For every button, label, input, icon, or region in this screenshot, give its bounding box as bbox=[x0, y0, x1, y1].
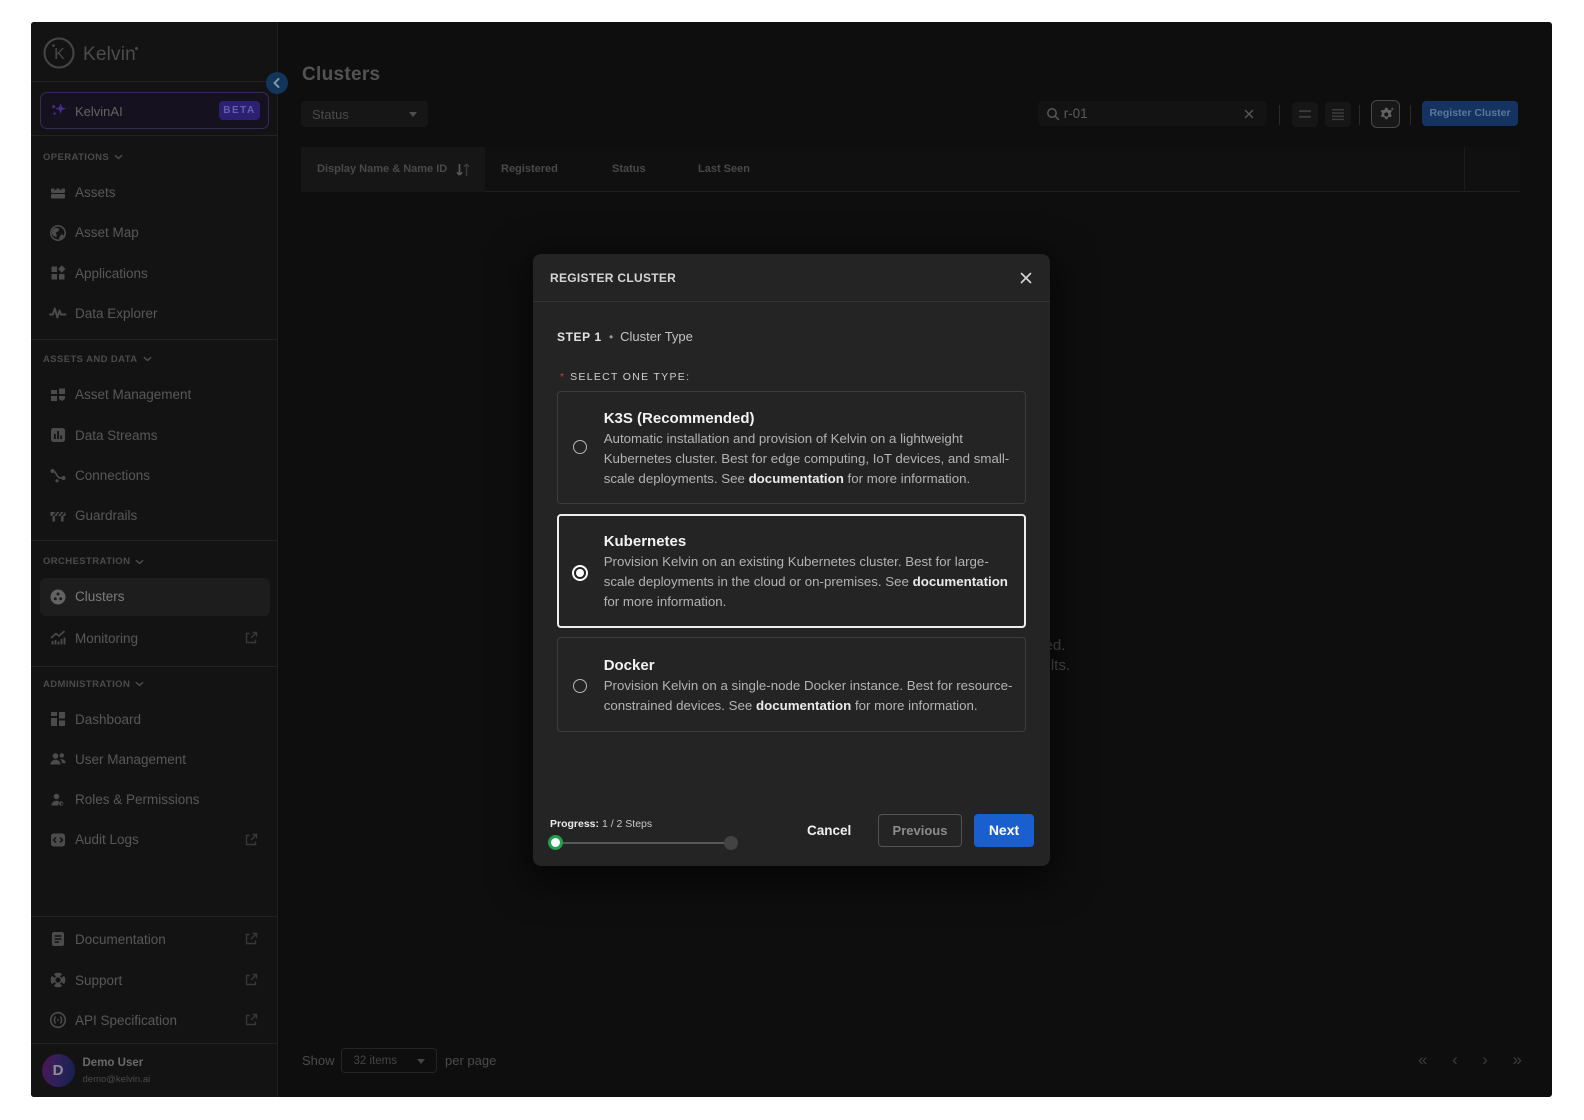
svg-text:K: K bbox=[54, 46, 65, 63]
